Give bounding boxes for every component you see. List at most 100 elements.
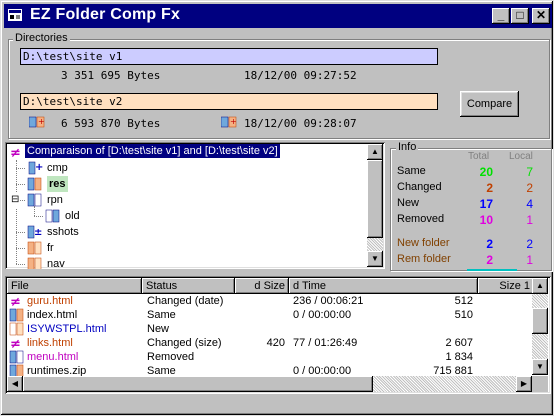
table-row[interactable]: index.html Same 0 / 00:00:00 510: [5, 308, 533, 322]
minimize-icon: _: [497, 8, 505, 22]
plus-folder-icon: +: [27, 161, 43, 175]
info-local-removed: 1: [526, 213, 533, 227]
new-folder-icon: [45, 209, 61, 223]
dir2-size: 6 593 870 Bytes: [61, 117, 161, 130]
close-icon: ✕: [535, 8, 547, 22]
cell-dsize: [237, 308, 285, 322]
info-total-header: Total: [468, 151, 490, 162]
tree-root[interactable]: Comparaison of [D:\test\site v1] and [D:…: [25, 144, 280, 158]
cell-size1: 2 607: [445, 337, 473, 349]
scroll-up-icon[interactable]: ▲: [367, 144, 383, 160]
svg-text:+: +: [38, 117, 45, 126]
cell-size1: 512: [454, 295, 473, 307]
info-label-changed: Changed: [397, 181, 442, 193]
list-scroll-right-icon[interactable]: ▶: [516, 376, 532, 392]
title-bar[interactable]: EZ Folder Comp Fx _ □ ✕: [4, 4, 552, 28]
cell-dtime: 77 / 01:26:49: [293, 337, 358, 349]
cell-status: New: [147, 323, 170, 335]
info-folder-local: 1: [526, 253, 533, 267]
info-local-new: 4: [526, 197, 533, 211]
info-folder-label: New folder: [397, 237, 450, 249]
not-equal-icon: ≠: [10, 146, 21, 159]
svg-text:+: +: [230, 117, 237, 126]
cell-size1: [425, 322, 473, 336]
cell-size1: 510: [454, 309, 473, 321]
cell-status: Removed: [147, 351, 195, 363]
changed-file-icon: ≠: [9, 294, 25, 310]
tree-scrollbar[interactable]: ▲ ▼: [367, 144, 383, 267]
same-folder-icon: [27, 257, 43, 269]
tree-connector: [16, 264, 25, 265]
column-header-d-time[interactable]: d Time: [289, 278, 478, 294]
same-folder-icon: [27, 241, 43, 255]
minimize-button[interactable]: _: [492, 8, 510, 24]
dir1-path-input[interactable]: D:\test\site v1: [20, 48, 438, 65]
dir1-size: 3 351 695 Bytes: [61, 69, 161, 82]
main-window: EZ Folder Comp Fx _ □ ✕ Directories D:\t…: [0, 0, 554, 416]
tree-item-label: cmp: [47, 162, 68, 174]
collapse-icon[interactable]: ⊟: [11, 192, 20, 208]
tree-item-label: rpn: [47, 194, 63, 206]
cell-dsize: [237, 322, 285, 336]
dir2-path-input[interactable]: D:\test\site v2: [20, 93, 438, 110]
cell-file: ISYWSTPL.html: [27, 323, 107, 335]
info-local-changed: 2: [526, 181, 533, 195]
tree-scroll-thumb[interactable]: [367, 160, 383, 238]
list-vscrollbar[interactable]: ▲ ▼: [532, 278, 548, 375]
cell-dsize: [237, 350, 285, 364]
list-scroll-left-icon[interactable]: ◀: [7, 376, 23, 392]
both-folder-icon: [27, 193, 43, 207]
info-folder-label: Rem folder: [397, 253, 451, 265]
column-header-d-size[interactable]: d Size: [235, 278, 289, 294]
column-header-status[interactable]: Status: [142, 278, 235, 294]
tree-item-label: sshots: [47, 226, 79, 238]
tree-connector: [16, 168, 25, 169]
list-scroll-down-icon[interactable]: ▼: [532, 359, 548, 375]
cell-dtime: 236 / 00:06:21: [293, 295, 364, 307]
maximize-icon: □: [516, 8, 524, 22]
table-row[interactable]: ≠ guru.html Changed (date) 236 / 00:06:21 51…: [5, 294, 533, 310]
svg-text:+: +: [35, 162, 43, 173]
plusminus-folder-icon: ±: [27, 225, 43, 239]
list-hscroll-thumb[interactable]: [23, 376, 373, 392]
cell-file: guru.html: [27, 295, 73, 307]
window-title: EZ Folder Comp Fx: [30, 6, 181, 23]
list-scroll-thumb[interactable]: [532, 308, 548, 334]
info-local-same: 7: [526, 165, 533, 179]
svg-text:±: ±: [34, 227, 42, 238]
folder-tree[interactable]: ≠ Comparaison of [D:\test\site v1] and […: [5, 142, 385, 269]
dir2-size-icon: +: [29, 116, 45, 128]
cell-file: links.html: [27, 337, 73, 349]
list-scroll-up-icon[interactable]: ▲: [532, 278, 548, 294]
column-header-size-1[interactable]: Size 1: [478, 278, 534, 294]
info-label-same: Same: [397, 165, 426, 177]
dir1-date: 18/12/00 09:27:52: [244, 69, 357, 82]
tree-connector: [16, 248, 25, 249]
table-row[interactable]: ≠ links.html Changed (size) 420 77 / 01:26:4…: [5, 336, 533, 352]
info-total-changed: 2: [486, 181, 493, 195]
cell-dsize: [237, 294, 285, 308]
same-file-icon: [9, 308, 25, 322]
compare-button[interactable]: Compare: [460, 91, 519, 117]
info-group-label: Info: [396, 141, 419, 153]
cell-dsize: 420: [266, 337, 285, 349]
dir2-date: 18/12/00 09:28:07: [244, 117, 357, 130]
column-header-file[interactable]: File: [7, 278, 142, 294]
table-row[interactable]: ISYWSTPL.html New: [5, 322, 533, 336]
scroll-down-icon[interactable]: ▼: [367, 251, 383, 267]
info-folder-total: 2: [486, 253, 493, 267]
maximize-button[interactable]: □: [511, 8, 529, 24]
app-icon: [8, 9, 22, 21]
svg-text:≠: ≠: [10, 337, 21, 350]
info-total-new: 17: [479, 197, 493, 211]
close-button[interactable]: ✕: [532, 8, 550, 24]
info-local-header: Local: [509, 151, 533, 162]
info-underline: [467, 269, 517, 271]
info-total-same: 20: [479, 165, 493, 179]
changed-file-icon: ≠: [9, 336, 25, 352]
tree-line: [34, 206, 35, 216]
list-hscrollbar[interactable]: ◀ ▶: [7, 376, 532, 392]
tree-item-label: nav: [47, 258, 65, 269]
table-row[interactable]: menu.html Removed 1 834: [5, 350, 533, 364]
info-total-removed: 10: [479, 213, 493, 227]
